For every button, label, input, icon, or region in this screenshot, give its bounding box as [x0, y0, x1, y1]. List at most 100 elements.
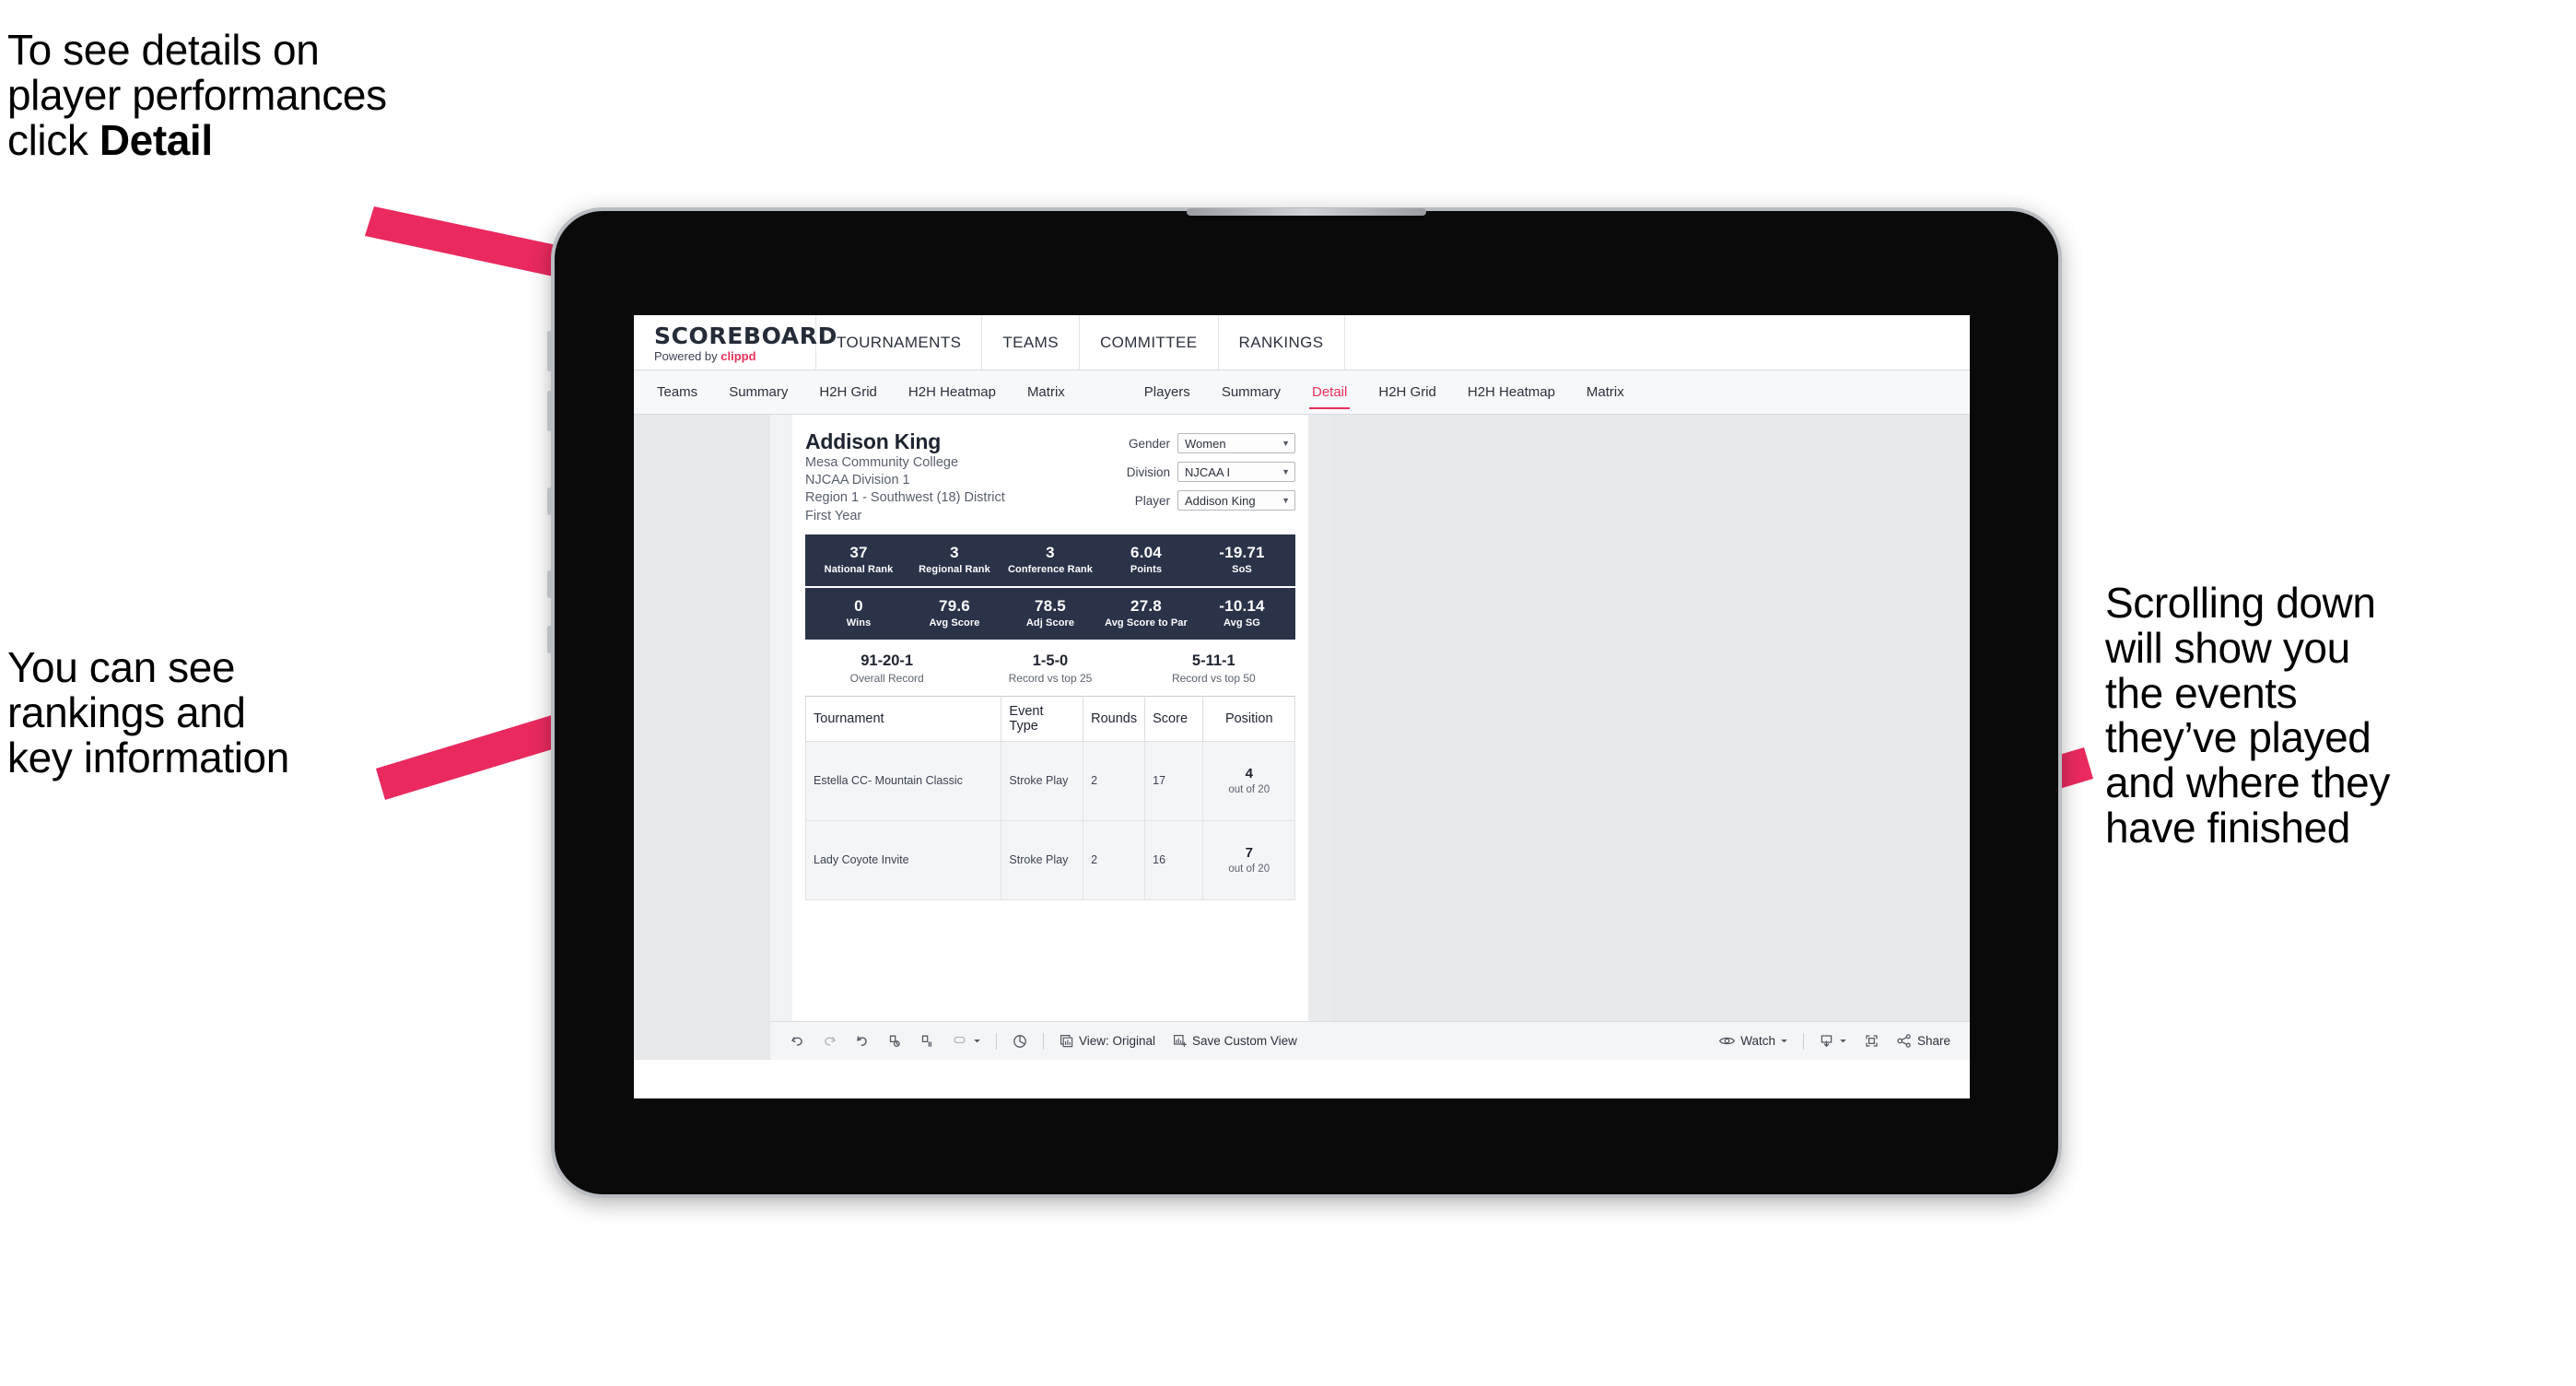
- save-custom-view-button[interactable]: Save Custom View: [1164, 1033, 1306, 1049]
- subnav-item-players-h2h-heatmap[interactable]: H2H Heatmap: [1452, 370, 1571, 415]
- tablet-side-mark-3: [547, 626, 552, 653]
- stat-conference-rank-label: Conference Rank: [1008, 564, 1093, 576]
- col-header-position[interactable]: Position: [1202, 695, 1295, 742]
- nav-item-tournaments[interactable]: TOURNAMENTS: [816, 315, 983, 370]
- refresh-button[interactable]: [878, 1033, 910, 1049]
- subnav-item-players-summary[interactable]: Summary: [1206, 370, 1296, 415]
- stat-bands: 37 National Rank 3 Regional Rank 3 Confe…: [805, 534, 1295, 640]
- col-header-event-type[interactable]: Event Type: [1001, 695, 1084, 742]
- tablet-screen: SCOREBOARD Powered by clippd TOURNAMENTS…: [634, 315, 1970, 1098]
- annotation-click-detail: To see details on player performances cl…: [7, 28, 615, 162]
- stat-points-label: Points: [1130, 564, 1163, 576]
- dashboard-right-gutter: [1330, 415, 1970, 1060]
- table-row[interactable]: Estella CC- Mountain Classic Stroke Play…: [804, 740, 1295, 821]
- chevron-down-icon: [1780, 1037, 1788, 1045]
- filter-division-row: Division NJCAA I ▼: [1127, 462, 1295, 482]
- nav-item-committee[interactable]: COMMITTEE: [1080, 315, 1219, 370]
- stat-band-rankings: 37 National Rank 3 Regional Rank 3 Confe…: [805, 534, 1295, 586]
- stat-adj-score-label: Adj Score: [1025, 617, 1075, 629]
- subnav-item-teams-h2h-grid[interactable]: H2H Grid: [803, 370, 893, 415]
- secondary-nav: Teams Summary H2H Grid H2H Heatmap Matri…: [634, 370, 1970, 415]
- revert-icon: [854, 1033, 870, 1049]
- save-custom-view-label: Save Custom View: [1192, 1034, 1297, 1048]
- brand-title: SCOREBOARD: [654, 323, 837, 349]
- toolbar-divider: [1802, 1032, 1804, 1050]
- events-table: Tournament Event Type Rounds Score Posit…: [804, 695, 1295, 900]
- stat-adj-score-value: 78.5: [1035, 596, 1066, 615]
- record-overall-value: 91-20-1: [861, 652, 914, 669]
- record-overall: 91-20-1 Overall Record: [805, 652, 968, 685]
- filter-player-row: Player Addison King ▼: [1127, 490, 1295, 511]
- primary-nav: TOURNAMENTS TEAMS COMMITTEE RANKINGS: [816, 315, 1345, 370]
- filter-gender-label: Gender: [1128, 436, 1170, 451]
- stat-sos-label: SoS: [1232, 564, 1252, 576]
- subnav-item-players-detail[interactable]: Detail: [1296, 370, 1363, 415]
- table-row[interactable]: Lady Coyote Invite Stroke Play 2 16 7 ou…: [804, 819, 1295, 900]
- record-vs-top-50-label: Record vs top 50: [1171, 671, 1256, 685]
- download-button[interactable]: [1810, 1033, 1856, 1049]
- undo-icon: [790, 1033, 805, 1049]
- filter-player-label: Player: [1134, 493, 1170, 508]
- player-name: Addison King: [805, 429, 942, 453]
- col-header-tournament[interactable]: Tournament: [804, 695, 1002, 742]
- tablet-side-mark-2: [547, 570, 552, 598]
- subnav-item-teams[interactable]: Teams: [641, 370, 713, 415]
- filter-player-select[interactable]: Addison King ▼: [1177, 490, 1295, 511]
- stat-points: 6.04 Points: [1098, 544, 1194, 576]
- redo-button[interactable]: [814, 1033, 846, 1049]
- view-original-button[interactable]: View: Original: [1050, 1033, 1164, 1049]
- player-detail-sheet: Addison King Mesa Community College NJCA…: [770, 415, 1330, 1060]
- stat-sos-value: -19.71: [1219, 543, 1265, 561]
- filter-division-select[interactable]: NJCAA I ▼: [1177, 462, 1295, 482]
- nav-item-rankings[interactable]: RANKINGS: [1219, 315, 1345, 370]
- player-identity-row: Addison King Mesa Community College NJCA…: [805, 429, 1295, 525]
- subnav-item-players-matrix[interactable]: Matrix: [1571, 370, 1640, 415]
- tablet-side-mark-1: [547, 487, 552, 515]
- filter-gender-select[interactable]: Women ▼: [1177, 433, 1295, 453]
- tablet-volume-up-button: [547, 331, 552, 371]
- app-header: SCOREBOARD Powered by clippd TOURNAMENTS…: [634, 315, 1970, 370]
- subnav-item-teams-h2h-heatmap[interactable]: H2H Heatmap: [893, 370, 1012, 415]
- clippd-wordmark: clippd: [720, 349, 756, 363]
- nav-item-teams[interactable]: TEAMS: [982, 315, 1080, 370]
- brand-logo[interactable]: SCOREBOARD Powered by clippd: [634, 315, 837, 370]
- chevron-down-icon: [1839, 1037, 1847, 1045]
- stat-avg-score-label: Avg Score: [929, 617, 980, 629]
- stat-avg-score-to-par-value: 27.8: [1130, 596, 1162, 615]
- subnav-item-players[interactable]: Players: [1129, 370, 1206, 415]
- pause-button[interactable]: [910, 1033, 943, 1049]
- player-school: Mesa Community College: [805, 455, 959, 471]
- record-vs-top-25-value: 1-5-0: [1032, 652, 1069, 669]
- powered-by-text: Powered by: [654, 349, 721, 363]
- player-detail-content: Addison King Mesa Community College NJCA…: [792, 429, 1308, 900]
- show-me-button[interactable]: [1003, 1033, 1036, 1050]
- record-overall-label: Overall Record: [849, 671, 924, 685]
- stat-avg-score-value: 79.6: [939, 596, 970, 615]
- player-identity: Addison King Mesa Community College NJCA…: [805, 429, 1005, 525]
- annotation-scrolling-events: Scrolling down will show you the events …: [2105, 579, 2390, 852]
- refresh-icon: [886, 1033, 902, 1049]
- subnav-item-players-h2h-grid[interactable]: H2H Grid: [1363, 370, 1452, 415]
- subnav-item-teams-matrix[interactable]: Matrix: [1012, 370, 1081, 415]
- subnav-item-teams-summary[interactable]: Summary: [713, 370, 803, 415]
- undo-button[interactable]: [781, 1033, 814, 1049]
- col-header-score[interactable]: Score: [1144, 695, 1204, 742]
- share-button[interactable]: Share: [1888, 1033, 1959, 1049]
- cell-position-label: out of 20: [1228, 783, 1270, 795]
- fullscreen-button[interactable]: [1856, 1033, 1888, 1049]
- tablet-device-frame: SCOREBOARD Powered by clippd TOURNAMENTS…: [547, 207, 2062, 1198]
- tablet-speaker: [1187, 208, 1426, 216]
- view-original-label: View: Original: [1079, 1034, 1156, 1048]
- sheet-vertical-scrollbar[interactable]: [1308, 415, 1330, 1060]
- stat-avg-score: 79.6 Avg Score: [907, 596, 1002, 629]
- stat-sos: -19.71 SoS: [1194, 543, 1290, 576]
- col-header-rounds[interactable]: Rounds: [1083, 695, 1146, 742]
- record-vs-top-25-label: Record vs top 25: [1008, 671, 1093, 685]
- stat-avg-sg-label: Avg SG: [1224, 617, 1260, 629]
- cell-score: 17: [1144, 740, 1204, 821]
- watch-button[interactable]: Watch: [1710, 1034, 1797, 1048]
- stat-avg-score-to-par: 27.8 Avg Score to Par: [1098, 596, 1194, 629]
- stat-avg-score-to-par-label: Avg Score to Par: [1105, 617, 1188, 629]
- subscribe-button[interactable]: [943, 1033, 989, 1049]
- revert-button[interactable]: [846, 1033, 878, 1049]
